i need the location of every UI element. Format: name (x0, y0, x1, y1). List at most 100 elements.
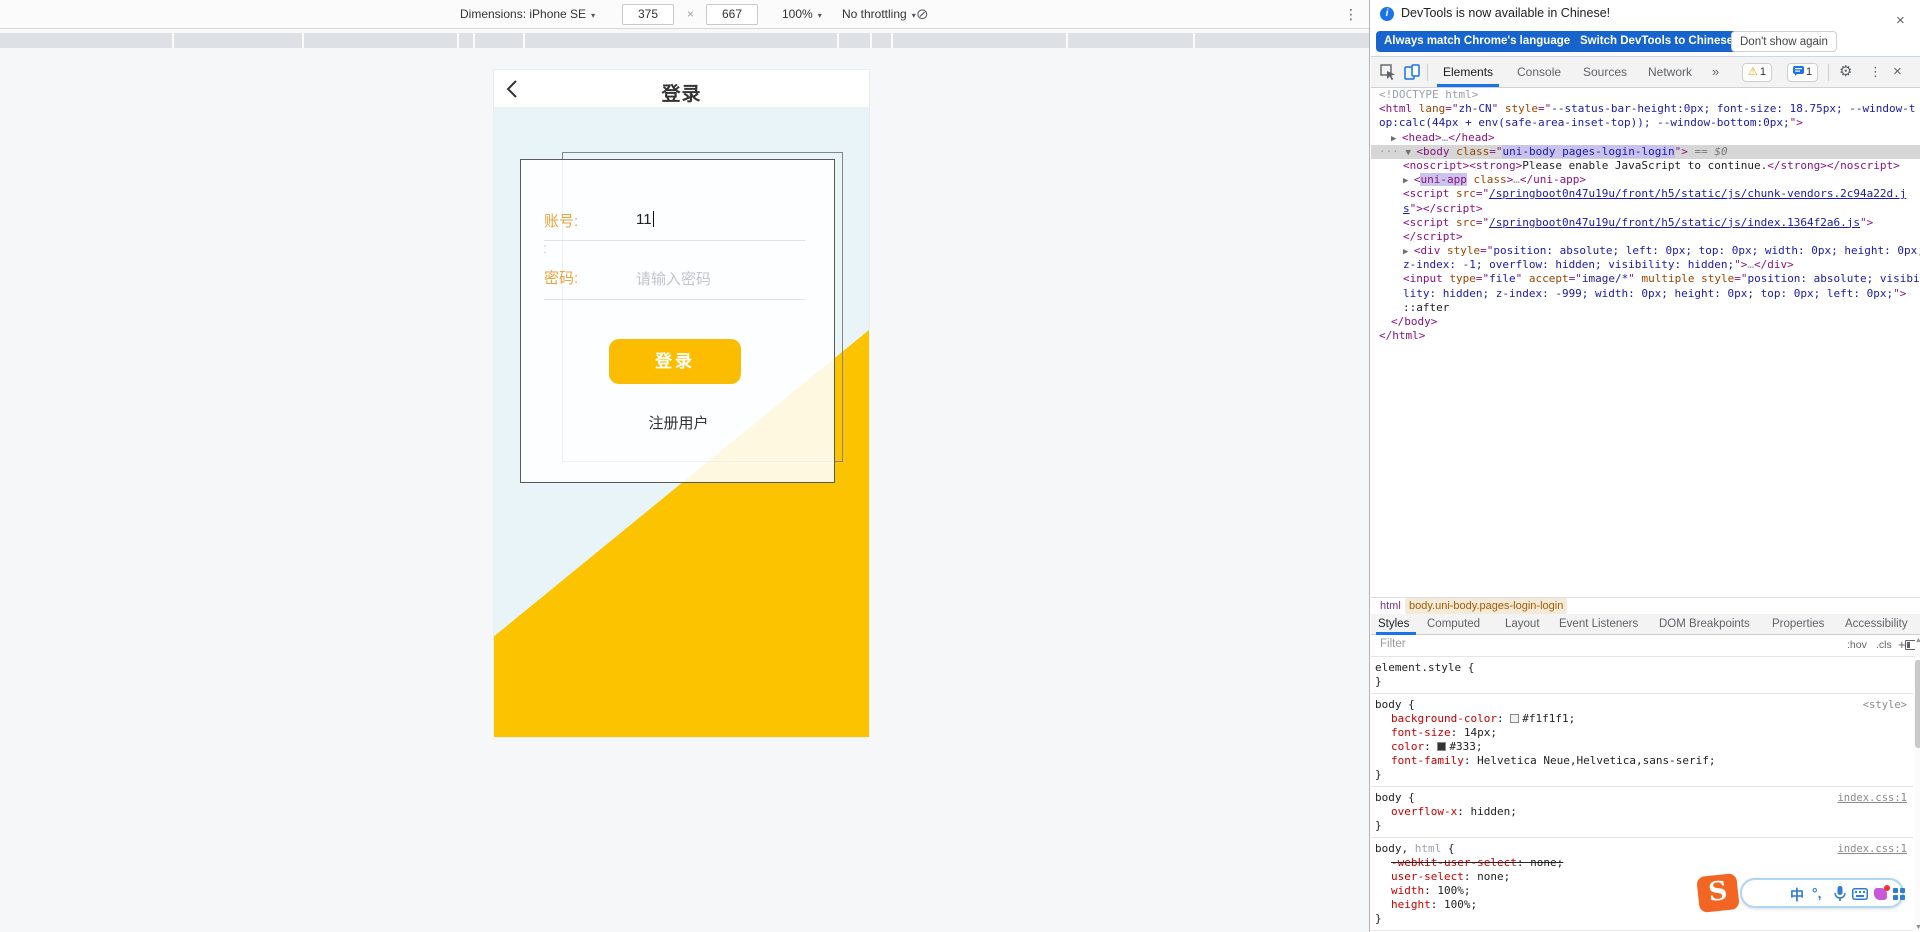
info-icon: i (1380, 7, 1394, 21)
screen: Dimensions: iPhone SE▾ 375 × 667 100%▾ N… (0, 0, 1920, 932)
notification-dot (1884, 885, 1890, 891)
banner-close-icon[interactable]: × (1896, 12, 1905, 29)
dom-tree-line[interactable]: <script src="/springboot0n47u19u/front/h… (1371, 216, 1920, 230)
tab-layout[interactable]: Layout (1505, 614, 1540, 634)
media-query-bar[interactable] (0, 33, 1369, 48)
scroll-down-icon[interactable]: ▼ (1915, 924, 1920, 931)
dom-tree-line[interactable]: ▶ <head>…</head> (1371, 131, 1920, 145)
tab-event-listeners[interactable]: Event Listeners (1559, 614, 1638, 634)
dom-tree-line[interactable]: <input type="file" accept="image/*" mult… (1371, 272, 1920, 286)
switch-chinese-button[interactable]: Switch DevTools to Chinese (1572, 31, 1741, 52)
message-icon (1793, 66, 1804, 76)
css-rule[interactable]: body {index.css:1overflow-x: hidden;} (1371, 787, 1913, 838)
css-rule[interactable]: element.style {} (1371, 657, 1913, 694)
toolbar-kebab-icon[interactable]: ⋮ (1344, 0, 1358, 29)
hover-state-toggle[interactable]: :hov (1847, 639, 1867, 651)
breadcrumb-body-selected[interactable]: body.uni-body.pages-login-login (1405, 598, 1567, 614)
account-input[interactable]: 11 (636, 211, 654, 228)
ime-skin-icon[interactable] (1874, 888, 1887, 900)
dom-tree-line[interactable]: <noscript><strong>Please enable JavaScri… (1371, 159, 1920, 173)
dont-show-again-button[interactable]: Don't show again (1731, 31, 1837, 52)
phone-content: 账号: 11 : 密码: 请输入密码 登录 注册用户 (494, 108, 869, 737)
class-toggle[interactable]: .cls (1876, 639, 1892, 651)
login-button[interactable]: 登录 (609, 339, 741, 384)
ime-menu-grid-icon[interactable] (1893, 888, 1906, 901)
devtools-kebab-icon[interactable]: ⋮ (1869, 57, 1882, 87)
tab-dom-breakpoints[interactable]: DOM Breakpoints (1659, 614, 1750, 634)
tab-console[interactable]: Console (1517, 57, 1561, 87)
chevron-down-icon: ▾ (818, 11, 822, 20)
styles-scrollbar[interactable]: ▲ ▼ (1915, 636, 1920, 932)
dom-tree-line[interactable]: <html lang="zh-CN" style="--status-bar-h… (1371, 102, 1920, 116)
dom-tree-line[interactable]: <script src="/springboot0n47u19u/front/h… (1371, 187, 1920, 201)
banner-text: DevTools is now available in Chinese! (1401, 6, 1610, 20)
dom-tree-line[interactable]: ::after (1371, 301, 1920, 315)
tab-properties[interactable]: Properties (1772, 614, 1824, 634)
tab-styles[interactable]: Styles (1378, 614, 1409, 634)
text-cursor (653, 211, 654, 227)
register-link[interactable]: 注册用户 (521, 412, 836, 433)
css-source-link[interactable]: index.css:1 (1837, 791, 1907, 805)
styles-filter-row: Filter :hov .cls + (1371, 635, 1920, 657)
input-underline (544, 299, 805, 300)
match-language-button[interactable]: Always match Chrome's language (1376, 31, 1578, 52)
viewport-width-input[interactable]: 375 (622, 4, 674, 25)
color-swatch[interactable] (1437, 742, 1446, 751)
tab-accessibility[interactable]: Accessibility (1845, 614, 1908, 634)
inspect-icon[interactable] (1380, 64, 1396, 80)
css-source-label: <style> (1863, 698, 1907, 712)
warnings-badge[interactable]: ⚠1 (1742, 63, 1772, 82)
page-title: 登录 (494, 79, 869, 106)
throttling-select[interactable]: No throttling▾ (842, 0, 916, 30)
css-declaration[interactable]: color: #333; (1375, 740, 1909, 754)
viewport-height-input[interactable]: 667 (706, 4, 758, 25)
dom-tree-line[interactable]: ··· ▼ <body class="uni-body pages-login-… (1371, 145, 1920, 159)
css-source-link[interactable]: index.css:1 (1837, 842, 1907, 856)
dimensions-times-label: × (687, 0, 694, 29)
sogou-logo-icon[interactable]: S (1696, 873, 1740, 913)
account-label: 账号: (544, 210, 578, 231)
more-tabs-icon[interactable]: » (1712, 57, 1719, 87)
css-declaration[interactable]: overflow-x: hidden; (1375, 805, 1909, 819)
tab-computed[interactable]: Computed (1427, 614, 1480, 634)
styles-sidebar-tabs: Styles Computed Layout Event Listeners D… (1371, 614, 1920, 635)
settings-gear-icon[interactable]: ⚙ (1839, 57, 1852, 87)
ime-lang-icon[interactable]: 中 (1790, 885, 1804, 905)
color-swatch[interactable] (1510, 714, 1519, 723)
dom-tree-line[interactable]: s"></script> (1371, 202, 1920, 216)
css-declaration[interactable]: font-size: 14px; (1375, 726, 1909, 740)
dom-tree-line[interactable]: </script> (1371, 230, 1920, 244)
dom-tree-line[interactable]: lity: hidden; z-index: -999; width: 0px;… (1371, 287, 1920, 301)
block-icon[interactable]: ⊘ (916, 0, 929, 29)
styles-filter-input[interactable]: Filter (1380, 638, 1406, 650)
dom-tree-line[interactable]: ▶ <div style="position: absolute; left: … (1371, 244, 1920, 258)
breadcrumb-html[interactable]: html (1380, 598, 1401, 614)
devtools-close-icon[interactable]: × (1893, 57, 1902, 87)
css-declaration[interactable]: background-color: #f1f1f1; (1375, 712, 1909, 726)
css-declaration[interactable]: font-family: Helvetica Neue,Helvetica,sa… (1375, 754, 1909, 768)
zoom-select[interactable]: 100%▾ (782, 0, 822, 30)
device-toolbar-icon[interactable] (1404, 64, 1420, 80)
active-tab-underline (1437, 84, 1499, 87)
dom-tree-line[interactable]: </html> (1371, 329, 1920, 343)
dom-tree-line[interactable]: <!DOCTYPE html> (1371, 88, 1920, 102)
dom-tree-line[interactable]: </body> (1371, 315, 1920, 329)
dom-tree-line[interactable]: op:calc(44px + env(safe-area-inset-top))… (1371, 116, 1920, 130)
scrollbar-thumb[interactable] (1915, 660, 1920, 748)
tab-sources[interactable]: Sources (1583, 57, 1627, 87)
dimensions-select[interactable]: Dimensions: iPhone SE▾ (460, 0, 595, 30)
css-declaration[interactable]: -webkit-user-select: none; (1375, 856, 1909, 870)
issues-badge[interactable]: 1 (1787, 63, 1818, 82)
scroll-up-icon[interactable]: ▲ (1915, 637, 1920, 644)
css-rule[interactable]: body {<style>background-color: #f1f1f1;f… (1371, 694, 1913, 787)
tab-network[interactable]: Network (1648, 57, 1692, 87)
login-card: 账号: 11 : 密码: 请输入密码 登录 注册用户 (520, 159, 835, 483)
dom-tree: <!DOCTYPE html><html lang="zh-CN" style=… (1371, 88, 1920, 597)
dom-tree-line[interactable]: ▶ <uni-app class>…</uni-app> (1371, 173, 1920, 187)
password-input[interactable]: 请输入密码 (636, 268, 711, 289)
ime-punctuation-icon[interactable]: °, (1812, 885, 1822, 901)
keyboard-icon[interactable] (1852, 888, 1868, 900)
microphone-icon[interactable] (1834, 886, 1846, 902)
tab-elements[interactable]: Elements (1443, 57, 1493, 87)
dom-tree-line[interactable]: z-index: -1; overflow: hidden; visibilit… (1371, 258, 1920, 272)
